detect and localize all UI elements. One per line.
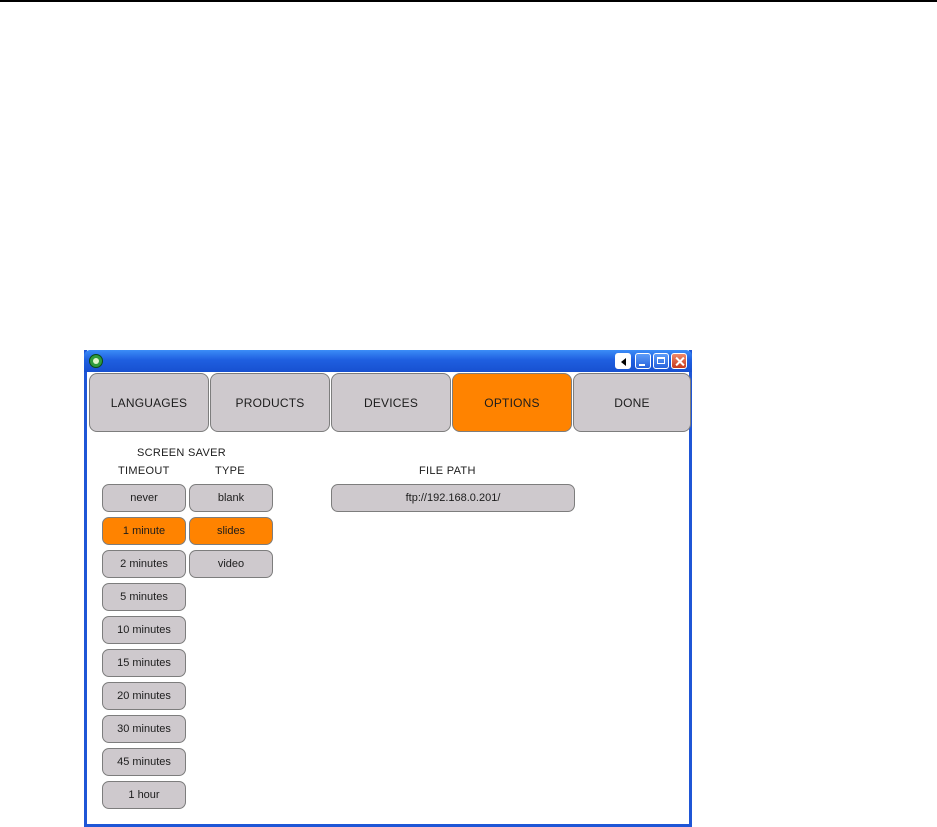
file-path-label: FILE PATH xyxy=(419,465,476,477)
timeout-option-45-minutes[interactable]: 45 minutes xyxy=(102,748,186,776)
tab-options[interactable]: OPTIONS xyxy=(452,373,572,432)
tab-devices[interactable]: DEVICES xyxy=(331,373,451,432)
app-icon xyxy=(89,354,103,368)
screen-saver-heading: SCREEN SAVER xyxy=(137,447,226,459)
timeout-option-1-minute[interactable]: 1 minute xyxy=(102,517,186,545)
timeout-option-5-minutes[interactable]: 5 minutes xyxy=(102,583,186,611)
minimize-icon[interactable] xyxy=(635,353,651,369)
timeout-label: TIMEOUT xyxy=(118,465,170,477)
tab-languages[interactable]: LANGUAGES xyxy=(89,373,209,432)
close-icon[interactable] xyxy=(671,353,687,369)
tab-done[interactable]: DONE xyxy=(573,373,691,432)
timeout-option-2-minutes[interactable]: 2 minutes xyxy=(102,550,186,578)
type-option-blank[interactable]: blank xyxy=(189,484,273,512)
back-arrow-icon[interactable] xyxy=(615,353,631,369)
maximize-icon[interactable] xyxy=(653,353,669,369)
timeout-option-10-minutes[interactable]: 10 minutes xyxy=(102,616,186,644)
timeout-option-15-minutes[interactable]: 15 minutes xyxy=(102,649,186,677)
timeout-option-30-minutes[interactable]: 30 minutes xyxy=(102,715,186,743)
timeout-option-20-minutes[interactable]: 20 minutes xyxy=(102,682,186,710)
title-bar xyxy=(84,350,692,372)
type-option-video[interactable]: video xyxy=(189,550,273,578)
timeout-option-1-hour[interactable]: 1 hour xyxy=(102,781,186,809)
file-path-field[interactable]: ftp://192.168.0.201/ xyxy=(331,484,575,512)
app-window: LANGUAGES PRODUCTS DEVICES OPTIONS DONE … xyxy=(84,350,692,827)
type-label: TYPE xyxy=(215,465,245,477)
tab-products[interactable]: PRODUCTS xyxy=(210,373,330,432)
type-option-slides[interactable]: slides xyxy=(189,517,273,545)
timeout-option-never[interactable]: never xyxy=(102,484,186,512)
top-rule xyxy=(0,0,937,2)
